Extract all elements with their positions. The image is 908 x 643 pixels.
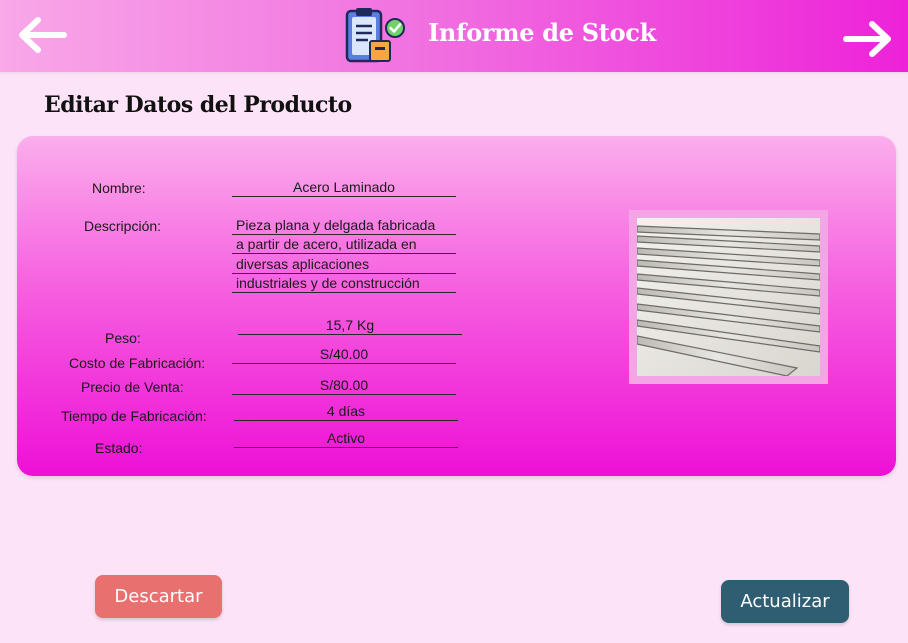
price-label: Precio de Venta: (81, 379, 184, 395)
clipboard-check-icon (343, 7, 407, 67)
app-title: Informe de Stock (428, 18, 656, 47)
description-line[interactable]: a partir de acero, utilizada en (232, 235, 456, 254)
status-label: Estado: (95, 440, 143, 456)
time-label: Tiempo de Fabricación: (61, 408, 207, 424)
name-label: Nombre: (92, 180, 146, 196)
description-line[interactable]: industriales y de construcción (232, 274, 456, 293)
weight-field[interactable]: 15,7 Kg (238, 316, 462, 335)
cost-label: Costo de Fabricación: (69, 355, 206, 371)
discard-button[interactable]: Descartar (95, 575, 222, 618)
status-field[interactable]: Activo (234, 429, 458, 448)
arrow-left-icon[interactable] (14, 14, 70, 56)
header-bar: Informe de Stock (0, 0, 908, 72)
product-image (629, 210, 828, 384)
cost-field[interactable]: S/40.00 (232, 345, 456, 364)
description-label: Descripción: (84, 218, 162, 234)
price-field[interactable]: S/80.00 (232, 376, 456, 395)
arrow-right-icon[interactable] (840, 18, 896, 60)
page-title: Editar Datos del Producto (44, 92, 352, 118)
update-button[interactable]: Actualizar (721, 580, 849, 623)
name-field[interactable]: Acero Laminado (232, 178, 456, 197)
weight-label: Peso: (105, 330, 141, 346)
time-field[interactable]: 4 días (234, 402, 458, 421)
description-line[interactable]: diversas aplicaciones (232, 255, 456, 274)
description-line[interactable]: Pieza plana y delgada fabricada (232, 216, 456, 235)
